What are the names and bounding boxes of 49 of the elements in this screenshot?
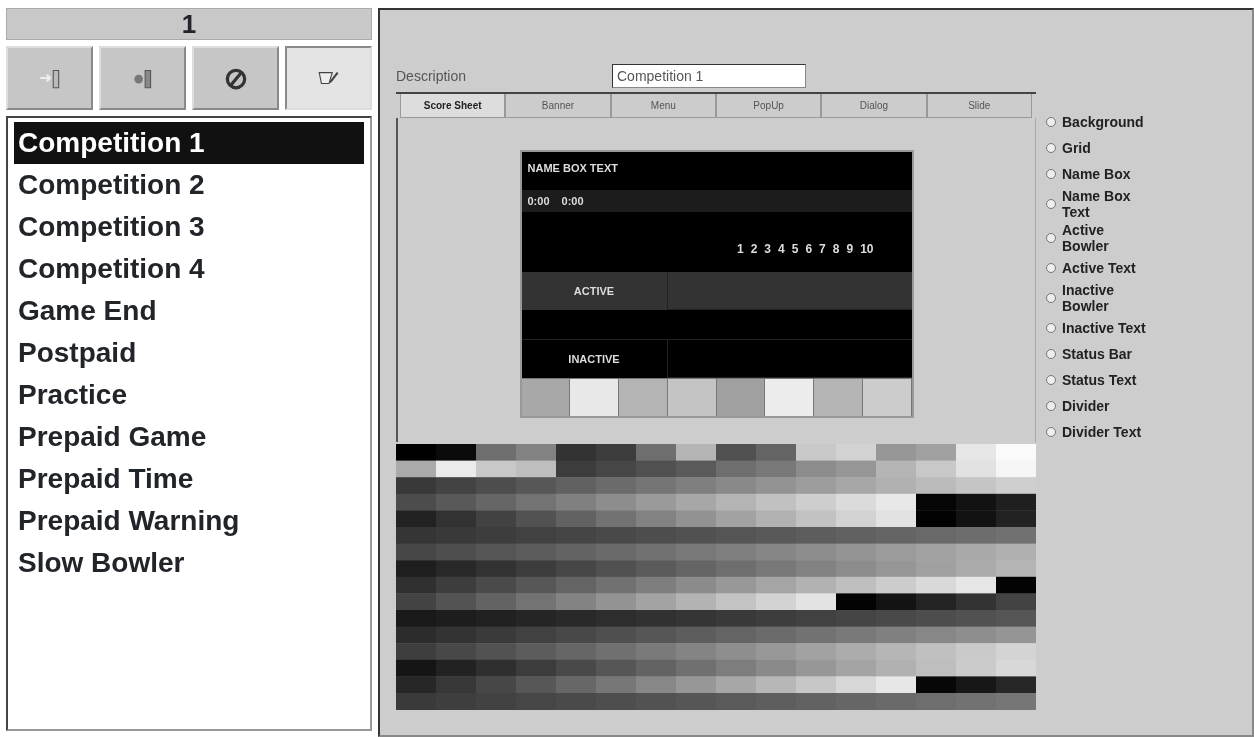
radio-option[interactable]: Inactive Text [1046, 316, 1196, 340]
list-item[interactable]: Prepaid Game [14, 416, 364, 458]
radio-option[interactable]: Background [1046, 110, 1196, 134]
frame-number: 2 [750, 241, 758, 258]
list-item[interactable]: Postpaid [14, 332, 364, 374]
radio-option[interactable]: Divider Text [1046, 420, 1196, 444]
frame-number: 5 [791, 241, 799, 258]
radio-option[interactable]: Inactive Bowler [1046, 282, 1196, 314]
active-label: ACTIVE [521, 272, 668, 310]
list-item[interactable]: Prepaid Time [14, 458, 364, 500]
description-label: Description [396, 66, 468, 86]
radio-option[interactable]: Name Box Text [1046, 188, 1196, 220]
frame-number: 4 [778, 241, 785, 258]
description-field[interactable]: Competition 1 [612, 64, 806, 88]
inactive-label: INACTIVE [521, 340, 668, 378]
time-text: 0:00 [527, 194, 550, 209]
frame-number: 1 [736, 241, 744, 258]
tab[interactable]: Slide [926, 94, 1032, 118]
tab[interactable]: PopUp [716, 94, 822, 118]
frame-number: 6 [805, 241, 813, 258]
tab[interactable]: Score Sheet [400, 94, 506, 118]
radio-option[interactable]: Divider [1046, 394, 1196, 418]
frame-number: 7 [819, 241, 826, 258]
name-box-text: NAME BOX TEXT [527, 162, 618, 174]
color-palette[interactable] [396, 444, 1036, 710]
list-item[interactable]: Prepaid Warning [14, 500, 364, 542]
list-item[interactable]: Game End [14, 290, 364, 332]
radio-option[interactable]: Active Text [1046, 256, 1196, 280]
tab[interactable]: Dialog [821, 94, 927, 118]
tab[interactable]: Banner [505, 94, 611, 118]
time-text: 0:00 [561, 194, 584, 209]
frame-number: 9 [846, 241, 854, 258]
list-item[interactable]: Competition 1 [14, 122, 364, 164]
list-item[interactable]: Slow Bowler [14, 542, 364, 584]
list-item[interactable]: Competition 3 [14, 206, 364, 248]
list-item[interactable]: Competition 4 [14, 248, 364, 290]
list-item[interactable]: Competition 2 [14, 164, 364, 206]
radio-option[interactable]: Status Bar [1046, 342, 1196, 366]
toolbar-button[interactable] [192, 46, 279, 110]
header-title: 1 [6, 8, 372, 40]
radio-option[interactable]: Name Box [1046, 162, 1196, 186]
frame-number: 8 [832, 241, 840, 258]
list-item[interactable]: Practice [14, 374, 364, 416]
radio-option[interactable]: Status Text [1046, 368, 1196, 392]
tab[interactable]: Menu [610, 94, 716, 118]
radio-option[interactable]: Active Bowler [1046, 222, 1196, 254]
frame-number: 10 [860, 241, 874, 258]
frame-number: 3 [764, 241, 771, 258]
radio-option[interactable]: Grid [1046, 136, 1196, 160]
